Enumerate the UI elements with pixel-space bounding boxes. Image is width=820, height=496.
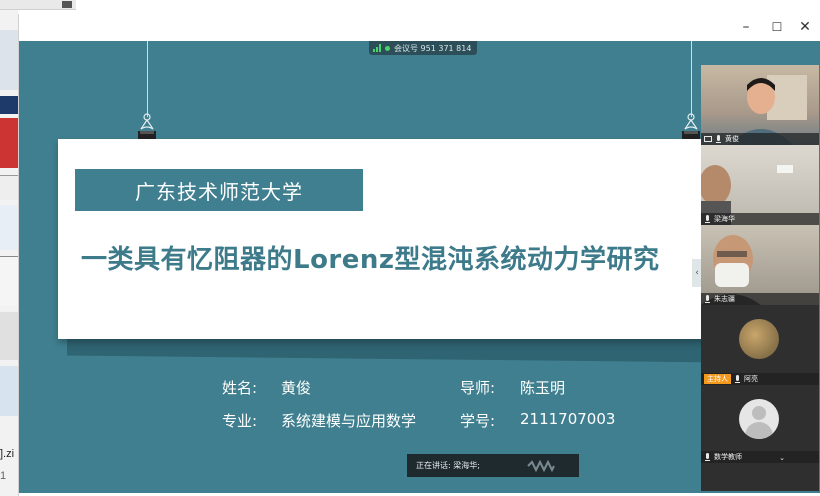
desktop-thumbnail: [0, 366, 18, 416]
desktop-thumbnail: [0, 30, 18, 90]
mic-icon: [734, 374, 741, 384]
background-window-sliver: [0, 0, 76, 10]
chevron-down-icon[interactable]: ⌄: [779, 454, 785, 462]
name-label: 姓名:: [222, 379, 258, 397]
minimize-button[interactable]: –: [731, 17, 761, 37]
mic-icon: [704, 214, 711, 224]
mic-muted-icon: [704, 452, 711, 462]
thesis-title: 一类具有忆阻器的Lorenz型混沌系统动力学研究: [81, 245, 660, 275]
participant-name: 黄俊: [725, 135, 739, 143]
desktop-thumbnail: [0, 118, 18, 168]
meeting-window: – ☐ ✕ 会议号 951 371 814 广东技术师范大学 一类具有忆阻器的L…: [18, 14, 820, 496]
avatar: [739, 399, 779, 439]
participant-tile[interactable]: 朱志疆: [701, 225, 819, 305]
advisor-value: 陈玉明: [520, 379, 566, 397]
desktop-thumbnail: [0, 96, 18, 114]
avatar: [739, 319, 779, 359]
shared-screen: 会议号 951 371 814 广东技术师范大学 一类具有忆阻器的Lorenz型…: [19, 41, 820, 493]
university-band: 广东技术师范大学: [75, 169, 363, 211]
student-id-value: 2111707003: [520, 410, 616, 428]
audio-wave-icon: [527, 460, 555, 472]
mic-muted-icon: [704, 294, 711, 304]
participant-name: 数学教师: [714, 453, 742, 461]
desktop-thumbnail: [0, 205, 18, 250]
participant-label: 主持人 阿亮: [701, 373, 819, 385]
participant-tile[interactable]: 梁海华: [701, 145, 819, 225]
desktop-thumbnail: [0, 175, 18, 200]
background-desktop: ].zi 1: [0, 0, 18, 496]
desktop-file-label: ].zi: [0, 448, 15, 460]
student-id-label: 学号:: [460, 412, 496, 430]
chevron-left-icon: ‹: [695, 268, 699, 278]
hanging-string-right: [691, 41, 692, 117]
connection-dot-icon: [385, 45, 390, 51]
meeting-id-pill[interactable]: 会议号 951 371 814: [369, 41, 478, 55]
host-badge: 主持人: [704, 374, 731, 384]
close-button[interactable]: ✕: [790, 17, 820, 37]
speaking-indicator: 正在讲话: 梁海华;: [407, 454, 579, 477]
participant-label: 梁海华: [701, 213, 819, 225]
signal-icon: [373, 44, 381, 52]
participant-tile[interactable]: 数学教师 ⌄: [701, 385, 819, 491]
name-value: 黄俊: [281, 379, 312, 397]
advisor-label: 导师:: [460, 379, 496, 397]
desktop-thumbnail: [0, 256, 18, 306]
user-silhouette-icon: [752, 406, 766, 420]
participant-label: 朱志疆: [701, 293, 819, 305]
hanging-string-left: [147, 41, 148, 117]
participant-name: 梁海华: [714, 215, 735, 223]
participant-label: 黄俊: [701, 133, 819, 145]
participant-tile[interactable]: 黄俊: [701, 65, 819, 145]
participant-name: 朱志疆: [714, 295, 735, 303]
major-value: 系统建模与应用数学: [281, 412, 417, 430]
slide-title-card: 广东技术师范大学 一类具有忆阻器的Lorenz型混沌系统动力学研究: [58, 139, 718, 339]
participant-panel: 黄俊 梁海华 朱志疆 主持人 阿亮 数学教师 ⌄: [701, 65, 819, 491]
participant-name: 阿亮: [744, 375, 758, 383]
major-label: 专业:: [222, 412, 258, 430]
screen-share-icon: [704, 136, 712, 142]
window-titlebar[interactable]: – ☐ ✕: [19, 14, 820, 41]
participant-tile[interactable]: 主持人 阿亮: [701, 305, 819, 385]
meeting-id: 会议号 951 371 814: [394, 43, 472, 53]
desktop-file-label: 1: [0, 470, 7, 482]
desktop-thumbnail: [0, 312, 18, 360]
mic-icon: [715, 134, 722, 144]
participant-label: 数学教师 ⌄: [701, 451, 819, 463]
speaking-text: 正在讲话: 梁海华;: [416, 461, 480, 470]
maximize-button[interactable]: ☐: [762, 17, 792, 37]
university-name: 广东技术师范大学: [135, 179, 303, 204]
